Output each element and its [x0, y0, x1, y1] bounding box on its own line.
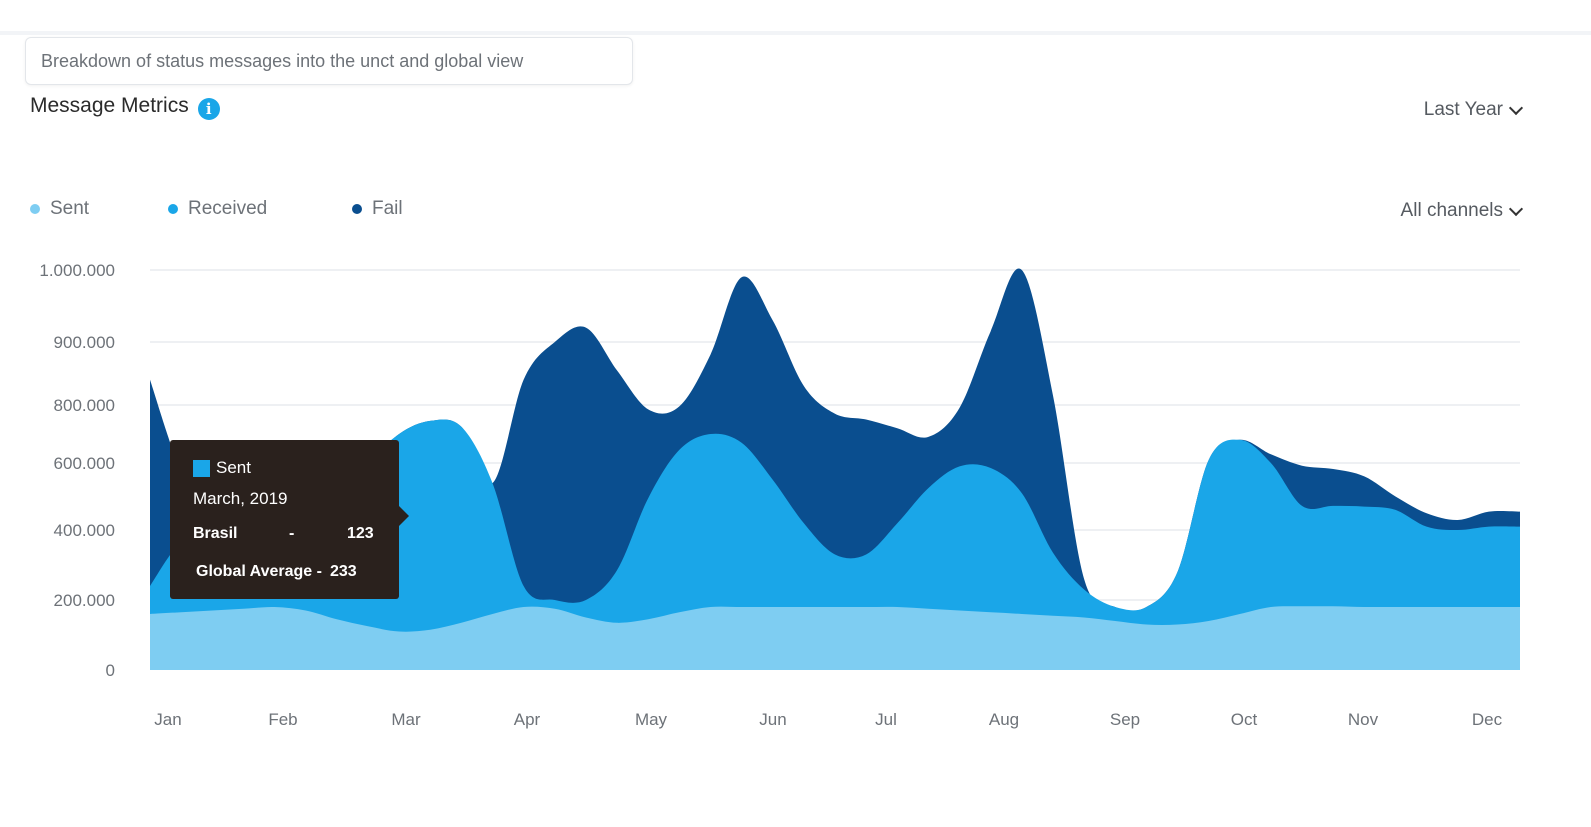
tooltip-country-separator: -: [289, 525, 295, 542]
y-tick-label: 600.000: [54, 454, 115, 473]
x-tick-label: May: [635, 710, 668, 729]
chart-tooltip: Sent March, 2019 Brasil - 123 Global Ave…: [170, 440, 409, 599]
y-tick-label: 400.000: [54, 521, 115, 540]
tooltip-row-global: Global Average - 233: [196, 560, 399, 584]
tooltip-series-name: Sent: [216, 458, 251, 477]
y-tick-label: 0: [106, 661, 115, 680]
tooltip-date: March, 2019: [193, 489, 288, 508]
x-tick-label: Aug: [989, 710, 1019, 729]
x-tick-label: Jul: [875, 710, 897, 729]
stacked-area-chart: 0 200.000 400.000 600.000 800.000 900.000 1.00…: [39, 261, 1520, 729]
y-tick-label: 1.000.000: [39, 261, 115, 280]
x-axis-ticks: Jan Feb Mar Apr May Jun Jul Aug Sep Oct Nov Dec: [154, 710, 1502, 729]
tooltip-global-label: Global Average -: [196, 563, 322, 580]
y-axis-ticks: 0 200.000 400.000 600.000 800.000 900.000 1.00…: [39, 261, 115, 680]
tooltip-country-label: Brasil: [193, 525, 238, 542]
tooltip-global-value: 233: [329, 563, 357, 580]
y-tick-label: 900.000: [54, 333, 115, 352]
x-tick-label: Mar: [391, 710, 421, 729]
tooltip-swatch: [193, 459, 210, 477]
x-tick-label: Apr: [514, 710, 541, 729]
x-tick-label: Dec: [1472, 710, 1503, 729]
message-metrics-page: Breakdown of status messages into the un…: [0, 0, 1591, 827]
tooltip-country-value: 123: [347, 525, 374, 542]
x-tick-label: Sep: [1110, 710, 1140, 729]
y-tick-label: 800.000: [54, 396, 115, 415]
x-tick-label: Oct: [1231, 710, 1258, 729]
y-tick-label: 200.000: [54, 591, 115, 610]
x-tick-label: Feb: [268, 710, 297, 729]
x-tick-label: Jun: [759, 710, 786, 729]
x-tick-label: Jan: [154, 710, 181, 729]
tooltip-row-country: Brasil - 123: [193, 522, 399, 546]
x-tick-label: Nov: [1348, 710, 1379, 729]
tooltip-series: Sent: [193, 456, 399, 480]
